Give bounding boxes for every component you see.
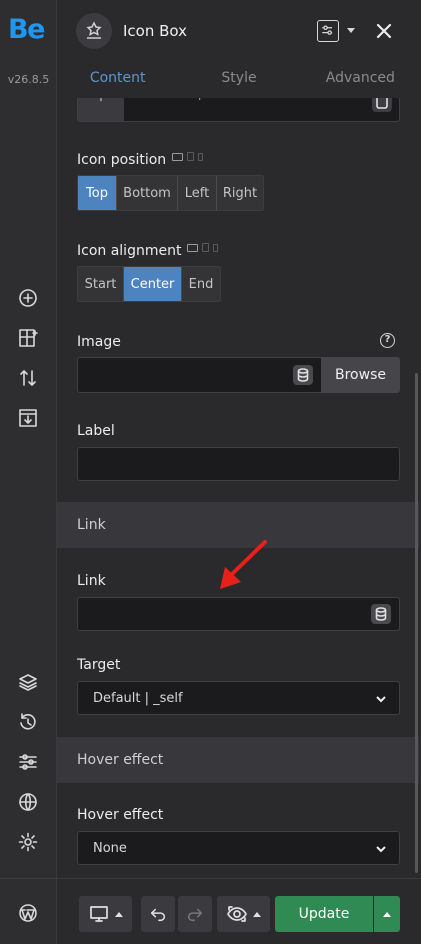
chevron-down-icon: [376, 846, 386, 853]
star-badge-icon: [76, 13, 112, 49]
app: Be v26.8.5 Icon Box Content Style Advanc…: [0, 0, 421, 944]
settings-panel: Icon Box Content Style Advanced icon-lam…: [57, 0, 421, 944]
caret-up-icon: [253, 911, 261, 917]
responsive-device-icons: [187, 243, 218, 252]
target-select[interactable]: Default | _self: [77, 681, 400, 715]
desktop-icon[interactable]: [187, 243, 198, 252]
sliders-menu-icon[interactable]: [317, 20, 339, 42]
icon-position-bottom[interactable]: Bottom: [117, 176, 178, 210]
eye-icon: [227, 906, 247, 922]
icon-position-toggle: Top Bottom Left Right: [77, 175, 264, 211]
icon-field-value: icon-lamp: [142, 98, 206, 101]
navigator-sort-icon[interactable]: [16, 366, 40, 390]
widget-title: Icon Box: [123, 22, 188, 40]
icon-preview: [78, 98, 124, 121]
dynamic-data-icon[interactable]: [293, 365, 313, 385]
icon-position-label: Icon position: [77, 152, 167, 168]
version-label: v26.8.5: [7, 73, 50, 86]
layers-icon[interactable]: [16, 670, 40, 694]
panel-footer: Update: [57, 878, 421, 944]
tab-advanced[interactable]: Advanced: [300, 62, 421, 98]
link-input[interactable]: [77, 597, 400, 631]
icon-field[interactable]: icon-lamp: [77, 98, 400, 122]
help-icon[interactable]: ?: [380, 333, 395, 348]
settings-scroll-area[interactable]: icon-lamp Icon position Top Bottom Left …: [57, 98, 421, 878]
globe-icon[interactable]: [16, 790, 40, 814]
templates-import-icon[interactable]: [16, 406, 40, 430]
chevron-down-icon: [376, 696, 386, 703]
redo-icon: [187, 908, 203, 922]
link-section-title: Link: [77, 517, 106, 533]
desktop-icon: [89, 906, 108, 922]
image-label: Image: [77, 334, 121, 350]
panel-header: Icon Box: [57, 0, 421, 62]
chevron-down-icon[interactable]: [347, 28, 355, 33]
desktop-icon[interactable]: [172, 152, 183, 161]
icon-alignment-center[interactable]: Center: [124, 267, 182, 301]
responsive-device-icons: [172, 152, 203, 161]
add-element-icon[interactable]: [16, 286, 40, 310]
caret-up-icon: [114, 911, 123, 917]
settings-sliders-icon[interactable]: [16, 750, 40, 774]
undo-icon: [150, 908, 166, 922]
logo[interactable]: Be: [8, 14, 45, 45]
hover-effect-select-value: None: [93, 841, 127, 856]
image-url-input[interactable]: [77, 357, 322, 393]
close-icon[interactable]: [373, 20, 395, 42]
hover-section-header[interactable]: Hover effect: [57, 737, 419, 783]
target-select-value: Default | _self: [93, 691, 183, 706]
icon-position-right[interactable]: Right: [217, 176, 263, 210]
tablet-icon[interactable]: [202, 243, 209, 252]
left-rail: Be v26.8.5: [0, 0, 57, 944]
label-input[interactable]: [77, 447, 400, 481]
icon-alignment-label: Icon alignment: [77, 243, 182, 259]
rail-divider: [0, 878, 57, 879]
responsive-mode-button[interactable]: [79, 896, 132, 932]
revisions-history-icon[interactable]: [16, 710, 40, 734]
caret-up-icon: [383, 911, 391, 917]
icon-position-left[interactable]: Left: [178, 176, 217, 210]
icon-alignment-start[interactable]: Start: [78, 267, 124, 301]
update-button[interactable]: Update: [275, 896, 373, 932]
update-options-button[interactable]: [374, 896, 400, 932]
gear-icon[interactable]: [16, 830, 40, 854]
icon-position-top[interactable]: Top: [78, 176, 117, 210]
hover-section-title: Hover effect: [77, 752, 164, 768]
icon-picker-icon[interactable]: [372, 98, 392, 112]
annotation-arrow-icon: [220, 540, 267, 589]
mobile-icon[interactable]: [198, 152, 203, 161]
dynamic-data-icon[interactable]: [371, 604, 391, 624]
mobile-icon[interactable]: [213, 243, 218, 252]
browse-button[interactable]: Browse: [321, 357, 400, 393]
add-section-icon[interactable]: [16, 326, 40, 350]
label-field-label: Label: [77, 423, 115, 439]
tablet-icon[interactable]: [187, 152, 194, 161]
preview-button[interactable]: [217, 896, 270, 932]
target-label: Target: [77, 657, 121, 673]
hover-effect-label: Hover effect: [77, 807, 164, 823]
scrollbar[interactable]: [415, 373, 418, 873]
hover-effect-select[interactable]: None: [77, 831, 400, 865]
link-label: Link: [77, 573, 106, 589]
redo-button[interactable]: [178, 896, 212, 932]
icon-alignment-toggle: Start Center End: [77, 266, 221, 302]
panel-tabs: Content Style Advanced: [57, 62, 421, 98]
undo-button[interactable]: [141, 896, 175, 932]
wordpress-icon[interactable]: [16, 901, 40, 925]
tab-style[interactable]: Style: [178, 62, 299, 98]
icon-alignment-end[interactable]: End: [182, 267, 220, 301]
tab-content[interactable]: Content: [57, 62, 178, 98]
